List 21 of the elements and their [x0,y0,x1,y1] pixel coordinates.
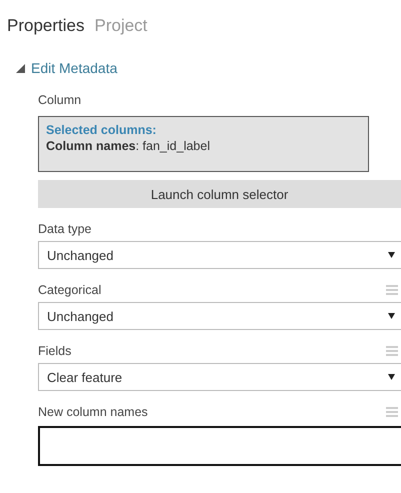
field-label: Column [38,93,82,107]
caret-icon [388,374,395,380]
caret-icon [388,252,395,258]
dropdown[interactable]: Unchanged [38,302,401,330]
field-label: New column names [38,405,148,419]
field-label: Categorical [38,283,102,297]
parameter-icon[interactable] [386,345,398,357]
expand-icon[interactable] [16,64,25,72]
caret-icon [388,313,395,319]
launch-column-selector-button[interactable]: Launch column selector [38,180,401,208]
panel-heading: Selected columns: [46,123,158,137]
dropdown[interactable]: Unchanged [38,241,401,269]
tab[interactable]: Properties [7,16,84,46]
field-label: Fields [38,344,72,358]
parameter-icon[interactable] [386,284,398,296]
column-names-text: Column names: fan_id_label [46,139,211,153]
parameter-icon[interactable] [386,406,398,418]
section-title[interactable]: Edit Metadata [31,60,118,76]
dropdown[interactable]: Clear feature [38,363,401,391]
input-field[interactable] [38,426,401,466]
field-label: Data type [38,222,92,236]
